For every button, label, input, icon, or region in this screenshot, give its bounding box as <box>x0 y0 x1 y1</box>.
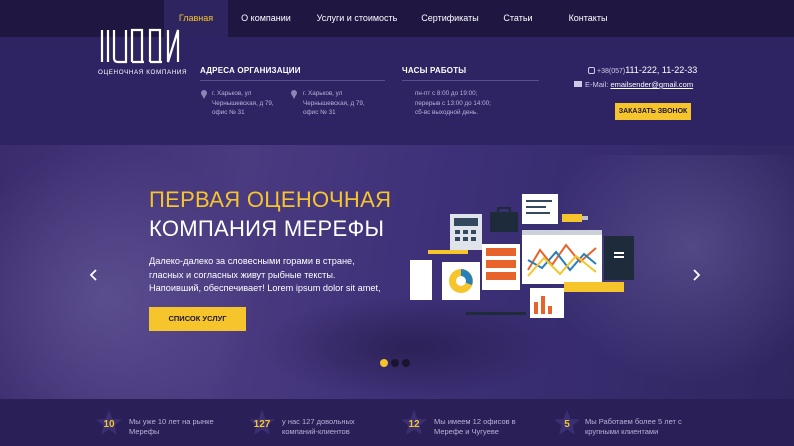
stat-text: у нас 127 довольных компаний-клиентов <box>282 417 355 436</box>
stat-number: 10 <box>103 419 115 430</box>
logo-mark-icon <box>100 28 180 64</box>
nav-item-contacts[interactable]: Контакты <box>546 0 630 37</box>
address-divider <box>200 80 385 81</box>
logo[interactable]: ОЦЕНОЧНАЯ КОМПАНИЯ <box>98 28 188 82</box>
slider-dot[interactable] <box>380 359 388 367</box>
phone-contact[interactable]: +38(057)111-222, 11-22-33 <box>588 65 697 75</box>
phone-icon <box>588 67 595 74</box>
stat-number: 12 <box>408 419 420 430</box>
email-contact: E-Mail: emailsender@gmail.com <box>574 80 693 89</box>
location-icon <box>290 90 298 100</box>
logo-text: ОЦЕНОЧНАЯ КОМПАНИЯ <box>98 69 188 76</box>
hours-divider <box>402 80 539 81</box>
slider-dot[interactable] <box>402 359 410 367</box>
email-link[interactable]: emailsender@gmail.com <box>610 80 693 89</box>
office-illustration-icon <box>410 194 634 318</box>
phone-code: +38(057) <box>597 68 626 75</box>
stat-text: Мы имеем 12 офисов в Мерефе и Чугуеве <box>434 417 516 436</box>
nav-item-services[interactable]: Услуги и стоимость <box>304 0 410 37</box>
location-icon <box>200 90 208 100</box>
slider-next-arrow-icon[interactable] <box>689 268 703 282</box>
email-label: E-Mail: <box>585 80 609 89</box>
stat-item: 12 Мы имеем 12 офисов в Мерефе и Чугуеве <box>400 399 550 446</box>
slider-dots <box>380 359 410 367</box>
mail-icon <box>574 81 582 87</box>
stat-text: Мы уже 10 лет на рынке Мерефы <box>129 417 214 436</box>
nav-item-articles[interactable]: Статьи <box>490 0 546 37</box>
address-title: АДРЕСА ОРГАНИЗАЦИИ <box>200 66 301 75</box>
address-1: г. Харьков, ул Чернышевская, д 79, офис … <box>212 90 274 116</box>
address-2: г. Харьков, ул Чернышевская, д 79, офис … <box>303 90 365 116</box>
stat-number: 127 <box>253 419 271 430</box>
hero-title-line1: ПЕРВАЯ ОЦЕНОЧНАЯ <box>149 187 392 212</box>
hero-title-line2: КОМПАНИЯ МЕРЕФЫ <box>149 216 385 241</box>
stat-number: 5 <box>564 419 570 430</box>
nav-item-certificates[interactable]: Сертификаты <box>410 0 490 37</box>
stat-item: 5 Мы Работаем более 5 лет с крупными кли… <box>553 399 703 446</box>
order-call-button[interactable]: ЗАКАЗАТЬ ЗВОНОК <box>615 103 691 120</box>
hero-text: Далеко-далеко за словесными горами в стр… <box>149 256 381 293</box>
stat-item: 10 Мы уже 10 лет на рынке Мерефы <box>95 399 245 446</box>
slider-dot[interactable] <box>391 359 399 367</box>
working-hours: пн-пт с 8:00 до 19:00; перерыв с 13:00 д… <box>415 90 491 116</box>
nav-menu: Главная О компании Услуги и стоимость Се… <box>164 0 630 37</box>
stat-text: Мы Работаем более 5 лет с крупными клиен… <box>585 417 682 436</box>
hours-title: ЧАСЫ РАБОТЫ <box>402 66 467 75</box>
slider-prev-arrow-icon[interactable] <box>87 268 101 282</box>
stat-item: 127 у нас 127 довольных компаний-клиенто… <box>248 399 398 446</box>
phone-numbers: 111-222, 11-22-33 <box>625 65 698 75</box>
services-list-button[interactable]: СПИСОК УСЛУГ <box>149 307 246 331</box>
nav-item-about[interactable]: О компании <box>228 0 304 37</box>
